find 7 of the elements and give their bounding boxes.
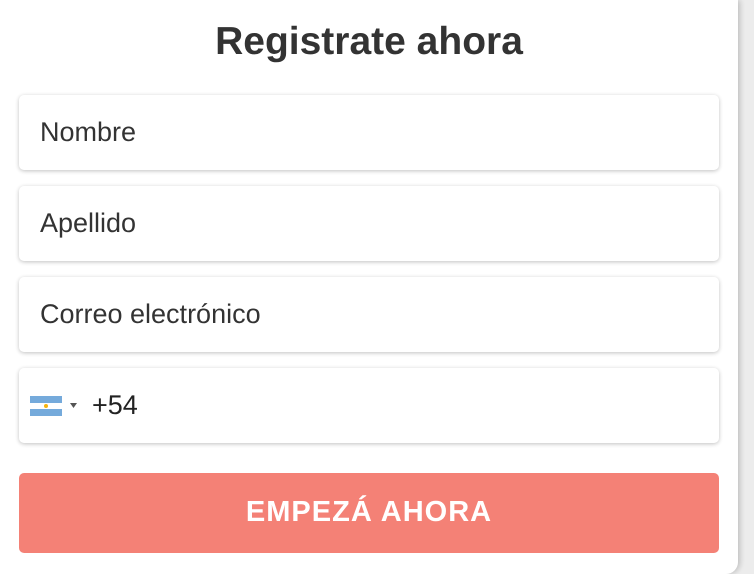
input-field[interactable]: Correo electrónico <box>19 277 719 352</box>
form-title: Registrate ahora <box>215 19 523 65</box>
input-field[interactable]: Nombre <box>19 95 719 170</box>
caret-icon <box>70 403 77 408</box>
phone-field[interactable]: +54 <box>92 368 719 443</box>
input-field[interactable]: Apellido <box>19 186 719 261</box>
flag-icon <box>30 396 62 416</box>
